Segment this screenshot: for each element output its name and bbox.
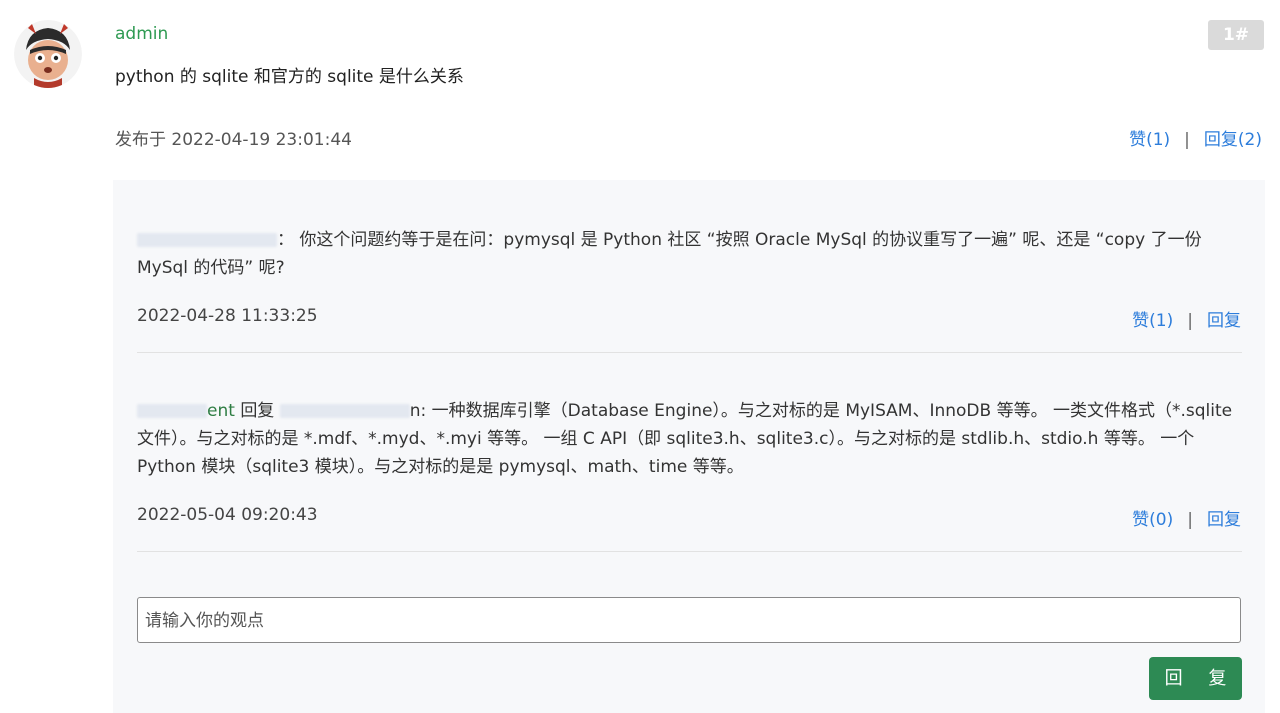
comment-reply-button[interactable]: 回复 [1207, 311, 1241, 331]
comment-reply-button[interactable]: 回复 [1207, 510, 1241, 530]
commenter-name-redacted [137, 404, 207, 418]
like-button[interactable]: 赞(1) [1129, 130, 1170, 150]
comment-like-button[interactable]: 赞(0) [1132, 510, 1173, 530]
action-separator: | [1187, 510, 1193, 530]
comment-actions: 赞(1) | 回复 [1132, 306, 1241, 331]
action-separator: | [1187, 311, 1193, 331]
reply-target-suffix: n: [409, 401, 427, 421]
comment-date: 2022-05-04 09:20:43 [137, 505, 318, 525]
comment-body: ： 你这个问题约等于是在问：pymysql 是 Python 社区 “按照 Or… [137, 226, 1237, 282]
divider [137, 352, 1242, 353]
reply-button[interactable]: 回复(2) [1204, 130, 1262, 150]
comment-like-button[interactable]: 赞(1) [1132, 311, 1173, 331]
avatar [14, 20, 82, 88]
reply-target-redacted [279, 404, 410, 418]
submit-reply-button[interactable]: 回 复 [1149, 657, 1242, 700]
divider [137, 551, 1242, 552]
floor-badge: 1# [1208, 20, 1264, 50]
reply-section: ： 你这个问题约等于是在问：pymysql 是 Python 社区 “按照 Or… [113, 180, 1265, 713]
post-question: python 的 sqlite 和官方的 sqlite 是什么关系 [115, 67, 464, 87]
comment-body: ent 回复 n: 一种数据库引擎（Database Engine）。与之对标的… [137, 397, 1237, 481]
comment-actions: 赞(0) | 回复 [1132, 505, 1241, 530]
commenter-name-redacted [137, 233, 277, 247]
post-actions: 赞(1) | 回复(2) [1129, 125, 1262, 150]
name-colon: ： [277, 230, 300, 250]
commenter-name-suffix[interactable]: ent [207, 401, 235, 421]
reply-to-word: 回复 [240, 401, 275, 421]
comment-date: 2022-04-28 11:33:25 [137, 306, 318, 326]
post-published-time: 发布于 2022-04-19 23:01:44 [115, 130, 352, 150]
post-author[interactable]: admin [115, 24, 168, 44]
action-separator: | [1184, 130, 1190, 150]
comment-input[interactable]: 请输入你的观点 [137, 597, 1241, 643]
